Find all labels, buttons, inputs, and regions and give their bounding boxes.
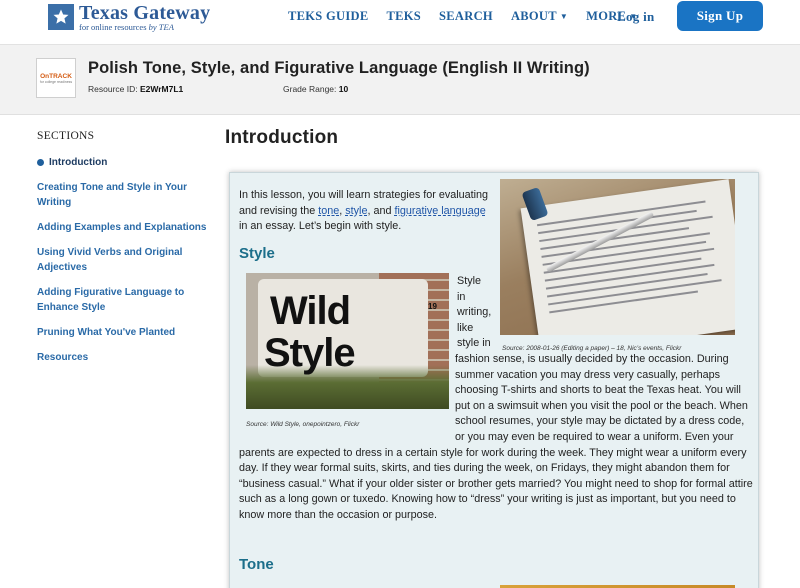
tone-heading: Tone: [239, 556, 274, 573]
section-item-adding-examples[interactable]: Adding Examples and Explanations: [37, 220, 212, 235]
grade-range: Grade Range: 10: [283, 84, 349, 94]
tone-link[interactable]: tone: [318, 205, 339, 217]
nav-search[interactable]: SEARCH: [439, 9, 493, 24]
texas-gateway-logo[interactable]: Texas Gateway for online resources by TE…: [48, 3, 210, 32]
style-heading: Style: [239, 245, 275, 262]
style-link[interactable]: style: [345, 205, 367, 217]
login-link[interactable]: Log in: [617, 9, 655, 25]
nav-about[interactable]: ABOUT ▼: [511, 9, 568, 24]
style-column-text: Style in writing, like style in: [457, 275, 492, 350]
sections-list: Introduction Creating Tone and Style in …: [37, 155, 212, 375]
resource-id: Resource ID: E2WrM7L1: [88, 84, 184, 94]
signup-button[interactable]: Sign Up: [677, 1, 763, 31]
section-item-resources[interactable]: Resources: [37, 350, 212, 365]
resource-banner: OnTRACK for college readiness Polish Ton…: [0, 45, 800, 115]
style-paragraph: fashion sense, is usually decided by the…: [239, 353, 753, 521]
lesson-content: Source: 2008-01-26 (Editing a paper) – 1…: [229, 172, 759, 588]
intro-paragraph: In this lesson, you will learn strategie…: [239, 189, 489, 233]
chevron-down-icon: ▼: [559, 12, 569, 21]
figurative-language-link[interactable]: figurative language: [394, 205, 485, 217]
nav-teks[interactable]: TEKS: [386, 9, 421, 24]
section-item-vivid-verbs[interactable]: Using Vivid Verbs and Original Adjective…: [37, 245, 212, 275]
star-icon: [48, 4, 74, 30]
section-item-introduction[interactable]: Introduction: [37, 155, 212, 170]
nav-teks-guide[interactable]: TEKS GUIDE: [288, 9, 368, 24]
editing-paper-image: [500, 179, 735, 335]
sections-heading: SECTIONS: [37, 130, 95, 142]
section-item-creating-tone[interactable]: Creating Tone and Style in Your Writing: [37, 180, 212, 210]
logo-title: Texas Gateway: [79, 2, 211, 24]
page-title: Introduction: [225, 127, 339, 148]
section-item-figurative-language[interactable]: Adding Figurative Language to Enhance St…: [37, 285, 212, 315]
resource-title: Polish Tone, Style, and Figurative Langu…: [88, 59, 590, 77]
logo-subtitle: for online resources by TEA: [79, 22, 174, 32]
main-nav: TEKS GUIDE TEKS SEARCH ABOUT ▼ MORE ▼: [288, 9, 655, 24]
bullet-icon: [37, 159, 44, 166]
ontrack-logo: OnTRACK for college readiness: [36, 58, 76, 98]
top-navigation-bar: Texas Gateway for online resources by TE…: [0, 0, 800, 45]
section-item-pruning[interactable]: Pruning What You've Planted: [37, 325, 212, 340]
